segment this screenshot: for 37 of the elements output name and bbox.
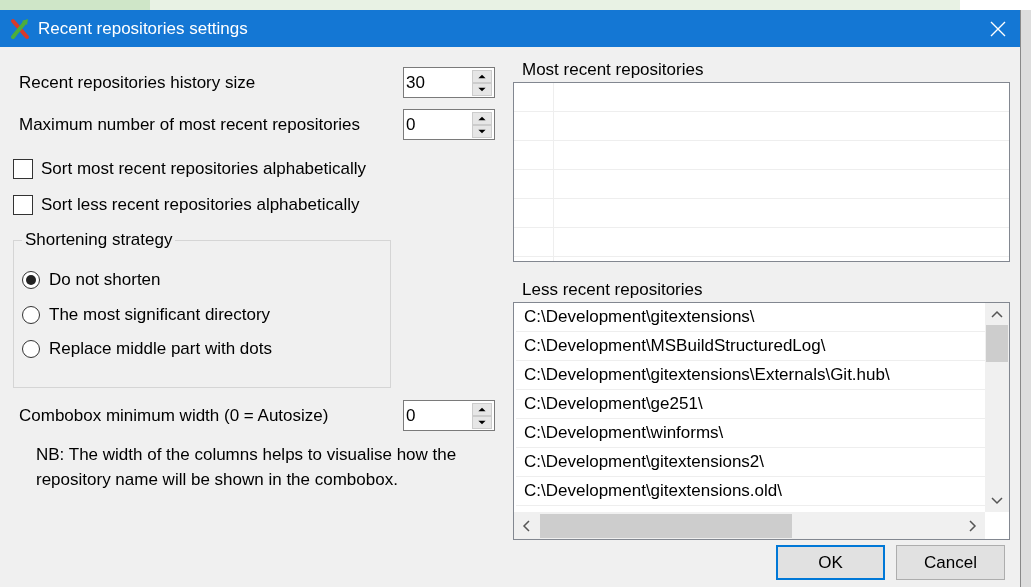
dialog-button[interactable]: OK (776, 545, 885, 580)
window-title: Recent repositories settings (38, 18, 249, 39)
radio-button[interactable] (22, 340, 40, 359)
list-label: Most recent repositories (521, 60, 705, 80)
vertical-scrollbar[interactable] (985, 303, 1009, 512)
checkbox-label[interactable]: Sort less recent repositories alphabetically (41, 195, 360, 215)
note-text: NB: The width of the columns helps to visualise how the repository name will be shown in the combobox. (36, 444, 458, 491)
list-item[interactable]: C:\Development\gitextensions\ (516, 303, 985, 332)
checkbox-label[interactable]: Sort most recent repositories alphabetically (41, 159, 367, 179)
number-field[interactable]: 0 (403, 400, 495, 431)
list-label: Less recent repositories (521, 280, 704, 300)
radio-label[interactable]: Replace middle part with dots (49, 339, 272, 360)
checkbox[interactable] (13, 195, 33, 215)
radio-button[interactable] (22, 305, 40, 324)
radio-label[interactable]: The most significant directory (49, 304, 271, 325)
list-item[interactable]: C:\Development\gitextensions2\ (516, 448, 985, 477)
close-icon[interactable] (990, 20, 1006, 37)
dialog-button[interactable]: Cancel (896, 545, 1005, 580)
scroll-thumb[interactable] (986, 325, 1008, 362)
list-item[interactable]: C:\Development\gitextensions\Externals\Git.hub\ (516, 361, 985, 390)
list-item[interactable]: C:\Development\gitextensions.old\ (516, 477, 985, 506)
list-item[interactable]: C:\Development\ge251\ (516, 390, 985, 419)
field-label: Maximum number of most recent repositories (19, 114, 362, 135)
radio-button[interactable] (22, 271, 40, 290)
group-title: Shortening strategy (22, 230, 176, 250)
field-label: Recent repositories history size (19, 72, 257, 93)
number-field[interactable]: 30 (403, 67, 495, 98)
horizontal-scrollbar[interactable] (514, 512, 985, 539)
radio-label[interactable]: Do not shorten (49, 270, 161, 291)
field-label: Combobox minimum width (0 = Autosize) (19, 405, 330, 426)
checkbox[interactable] (13, 159, 33, 179)
number-field[interactable]: 0 (403, 109, 495, 140)
less-recent-list[interactable] (513, 302, 1010, 540)
list-item[interactable]: C:\Development\winforms\ (516, 419, 985, 448)
scroll-thumb[interactable] (540, 513, 792, 538)
app-logo-icon (10, 17, 30, 40)
list-item[interactable]: C:\Development\MSBuildStructuredLog\ (516, 332, 985, 361)
